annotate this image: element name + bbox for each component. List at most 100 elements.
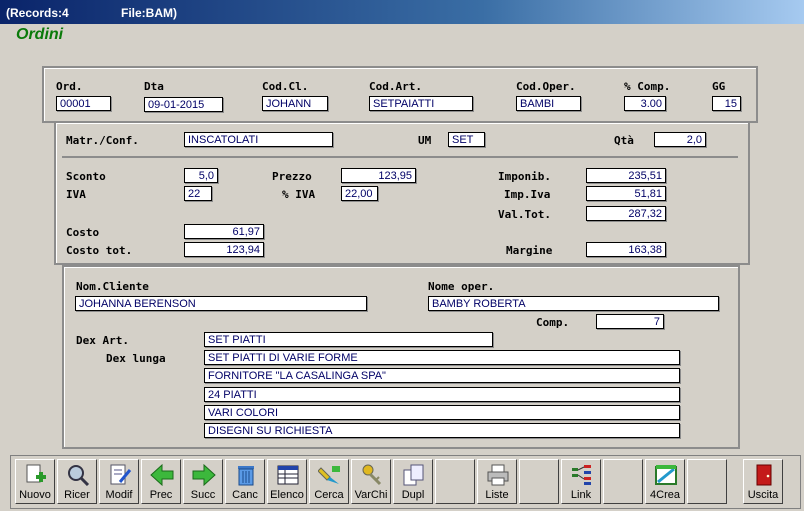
valtot-field[interactable]: 287,32 bbox=[586, 206, 666, 221]
client-comp-label: Comp. bbox=[536, 316, 570, 329]
piva-label: % IVA bbox=[282, 188, 316, 201]
impiva-field[interactable]: 51,81 bbox=[586, 186, 666, 201]
dexlunga-line[interactable]: FORNITORE "LA CASALINGA SPA" bbox=[204, 368, 680, 383]
succ-button[interactable]: Succ bbox=[183, 459, 223, 504]
margine-label: Margine bbox=[506, 244, 553, 257]
codart-label: Cod.Art. bbox=[369, 80, 422, 93]
empty-button[interactable] bbox=[519, 459, 559, 504]
liste-label: Liste bbox=[485, 489, 509, 501]
keys-icon bbox=[362, 464, 382, 486]
matr-label: Matr./Conf. bbox=[66, 134, 139, 147]
nuovo-button[interactable]: Nuovo bbox=[15, 459, 55, 504]
matr-field[interactable]: INSCATOLATI bbox=[184, 132, 333, 147]
printer-icon bbox=[487, 464, 509, 486]
prec-label: Prec bbox=[149, 489, 173, 501]
crea-label: 4Crea bbox=[650, 489, 680, 501]
dexart-label: Dex Art. bbox=[76, 334, 129, 347]
empty-button[interactable] bbox=[435, 459, 475, 504]
dexlunga-label: Dex lunga bbox=[106, 352, 166, 365]
dta-label: Dta bbox=[144, 80, 164, 93]
uscita-button[interactable]: Uscita bbox=[743, 459, 783, 504]
file-name: File:BAM) bbox=[121, 6, 177, 20]
header-panel bbox=[42, 66, 758, 123]
cerca-label: Cerca bbox=[314, 489, 344, 501]
qta-label: Qtà bbox=[614, 134, 634, 147]
dexlunga-line[interactable]: SET PIATTI DI VARIE FORME bbox=[204, 350, 680, 365]
gg-label: GG bbox=[712, 80, 726, 93]
dexart-field[interactable]: SET PIATTI bbox=[204, 332, 493, 347]
codart-field[interactable]: SETPAIATTI bbox=[369, 96, 473, 111]
title-bar: (Records:4 File:BAM) bbox=[0, 0, 804, 24]
liste-button[interactable]: Liste bbox=[477, 459, 517, 504]
prezzo-field[interactable]: 123,95 bbox=[341, 168, 416, 183]
costo-field[interactable]: 61,97 bbox=[184, 224, 264, 239]
comp-pct-label: % Comp. bbox=[624, 80, 671, 93]
valtot-label: Val.Tot. bbox=[498, 208, 551, 221]
iva-label: IVA bbox=[66, 188, 86, 201]
detail-separator bbox=[62, 156, 738, 158]
modif-button[interactable]: Modif bbox=[99, 459, 139, 504]
arrow-left-icon bbox=[150, 464, 174, 486]
costotot-field[interactable]: 123,94 bbox=[184, 242, 264, 257]
cerca-button[interactable]: Cerca bbox=[309, 459, 349, 504]
dexlunga-line[interactable]: DISEGNI SU RICHIESTA bbox=[204, 423, 680, 438]
piva-field[interactable]: 22,00 bbox=[341, 186, 378, 201]
empty-button[interactable] bbox=[603, 459, 643, 504]
codoper-field[interactable]: BAMBI bbox=[516, 96, 581, 111]
iva-field[interactable]: 22 bbox=[184, 186, 212, 201]
nomeoper-label: Nome oper. bbox=[428, 280, 495, 293]
crea-button[interactable]: 4Crea bbox=[645, 459, 685, 504]
link-label: Link bbox=[570, 489, 592, 501]
link-icon bbox=[572, 465, 591, 485]
qta-field[interactable]: 2,0 bbox=[654, 132, 706, 147]
modif-label: Modif bbox=[105, 489, 133, 501]
prec-button[interactable]: Prec bbox=[141, 459, 181, 504]
form-title: Ordini bbox=[16, 26, 64, 43]
margine-field[interactable]: 163,38 bbox=[586, 242, 666, 257]
canc-label: Canc bbox=[232, 489, 258, 501]
canc-button[interactable]: Canc bbox=[225, 459, 265, 504]
um-field[interactable]: SET bbox=[448, 132, 485, 147]
arrow-right-icon bbox=[192, 464, 216, 486]
dupl-button[interactable]: Dupl bbox=[393, 459, 433, 504]
comp-pct-field[interactable]: 3.00 bbox=[624, 96, 666, 111]
ricer-button[interactable]: Ricer bbox=[57, 459, 97, 504]
sconto-label: Sconto bbox=[66, 170, 106, 183]
ord-field[interactable]: 00001 bbox=[56, 96, 111, 111]
elenco-button[interactable]: Elenco bbox=[267, 459, 307, 504]
dupl-label: Dupl bbox=[401, 489, 425, 501]
dta-field[interactable]: 09-01-2015 bbox=[144, 97, 223, 112]
succ-label: Succ bbox=[190, 489, 216, 501]
magnifier-icon bbox=[68, 465, 90, 486]
duplicate-icon bbox=[403, 464, 424, 486]
costotot-label: Costo tot. bbox=[66, 244, 133, 257]
create-icon bbox=[655, 465, 677, 485]
impiva-label: Imp.Iva bbox=[504, 188, 551, 201]
link-button[interactable]: Link bbox=[561, 459, 601, 504]
dexlunga-line[interactable]: 24 PIATTI bbox=[204, 387, 680, 402]
exit-door-icon bbox=[756, 464, 772, 486]
new-document-icon bbox=[26, 464, 46, 483]
table-icon bbox=[277, 465, 299, 485]
varchi-button[interactable]: VarChi bbox=[351, 459, 391, 504]
varchi-label: VarChi bbox=[354, 489, 388, 501]
sconto-field[interactable]: 5,0 bbox=[184, 168, 218, 183]
edit-document-icon bbox=[110, 464, 132, 485]
um-label: UM bbox=[418, 134, 432, 147]
elenco-label: Elenco bbox=[270, 489, 304, 501]
codoper-label: Cod.Oper. bbox=[516, 80, 576, 93]
nomcliente-field[interactable]: JOHANNA BERENSON bbox=[75, 296, 367, 311]
ricer-label: Ricer bbox=[64, 489, 90, 501]
highlighter-icon bbox=[318, 466, 340, 484]
empty-button[interactable] bbox=[687, 459, 727, 504]
imponib-field[interactable]: 235,51 bbox=[586, 168, 666, 183]
gg-field[interactable]: 15 bbox=[712, 96, 741, 111]
nomeoper-field[interactable]: BAMBY ROBERTA bbox=[428, 296, 719, 311]
codcl-label: Cod.Cl. bbox=[262, 80, 309, 93]
client-comp-field[interactable]: 7 bbox=[596, 314, 664, 329]
toolbar: Nuovo Ricer Modif Prec Succ Canc Elenco … bbox=[10, 455, 801, 509]
imponib-label: Imponib. bbox=[498, 170, 551, 183]
uscita-label: Uscita bbox=[747, 489, 779, 501]
dexlunga-line[interactable]: VARI COLORI bbox=[204, 405, 680, 420]
codcl-field[interactable]: JOHANN bbox=[262, 96, 328, 111]
